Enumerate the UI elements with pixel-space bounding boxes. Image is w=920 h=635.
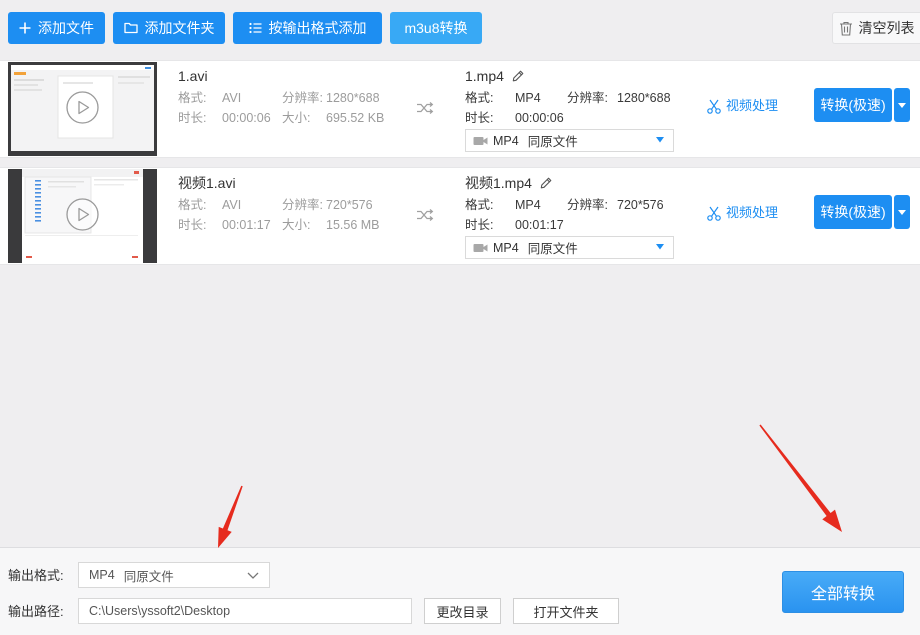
output-format-label: 格式: — [465, 91, 494, 105]
input-format-value: AVI — [222, 198, 242, 212]
video-thumbnail[interactable] — [8, 169, 157, 263]
output-duration-value: 00:00:06 — [515, 111, 564, 125]
toolbar: 添加文件 添加文件夹 按输出格式添加 m3u8转换 清空列表 — [0, 0, 920, 57]
input-size-value: 15.56 MB — [326, 218, 380, 232]
pencil-icon[interactable] — [512, 70, 524, 82]
output-duration-value: 00:01:17 — [515, 218, 564, 232]
input-size-label: 大小: — [282, 111, 311, 125]
dropdown-triangle-icon — [656, 137, 664, 143]
input-duration-value: 00:01:17 — [222, 218, 271, 232]
add-file-button[interactable]: 添加文件 — [8, 12, 105, 44]
output-format-value: MP4 — [515, 91, 541, 105]
m3u8-convert-label: m3u8转换 — [404, 20, 468, 36]
trash-icon — [839, 21, 852, 36]
input-format-label: 格式: — [178, 91, 207, 105]
preset-format: MP4 — [493, 133, 519, 148]
output-format-label: 输出格式: — [8, 568, 64, 583]
chevron-down-icon — [898, 102, 906, 108]
file-row: 视频1.avi 格式: AVI 分辨率: 720*576 时长: 00:01:1… — [0, 167, 920, 265]
list-icon — [248, 22, 261, 34]
add-by-format-label: 按输出格式添加 — [268, 20, 367, 36]
input-size-value: 695.52 KB — [326, 111, 385, 125]
convert-options-button[interactable] — [894, 88, 910, 122]
input-format-value: AVI — [222, 91, 242, 105]
output-preset-dropdown[interactable]: MP4 同原文件 — [465, 236, 674, 259]
output-format-label: 格式: — [465, 198, 494, 212]
video-process-link[interactable]: 视频处理 — [707, 205, 778, 221]
clear-list-label: 清空列表 — [858, 20, 915, 36]
open-folder-button[interactable]: 打开文件夹 — [513, 598, 619, 624]
input-resolution-value: 720*576 — [326, 198, 373, 212]
output-resolution-value: 1280*688 — [617, 91, 671, 105]
change-directory-button[interactable]: 更改目录 — [424, 598, 501, 624]
red-arrow-annotation — [759, 424, 842, 532]
add-folder-label: 添加文件夹 — [144, 20, 215, 36]
output-resolution-value: 720*576 — [617, 198, 664, 212]
add-file-label: 添加文件 — [38, 20, 94, 36]
shuffle-icon — [417, 209, 434, 221]
preset-quality: 同原文件 — [527, 242, 578, 256]
output-duration-label: 时长: — [465, 111, 494, 125]
output-format-select[interactable]: MP4 同原文件 — [78, 562, 270, 588]
scissors-icon — [707, 99, 721, 114]
dropdown-triangle-icon — [656, 244, 664, 250]
input-duration-value: 00:00:06 — [222, 111, 271, 125]
play-icon[interactable] — [66, 91, 99, 124]
output-resolution-label: 分辨率: — [567, 198, 608, 212]
video-process-link[interactable]: 视频处理 — [707, 98, 778, 114]
input-format-label: 格式: — [178, 198, 207, 212]
convert-button[interactable]: 转换(极速) — [814, 195, 892, 229]
plus-icon — [19, 22, 31, 34]
clear-list-button[interactable]: 清空列表 — [832, 12, 920, 44]
video-camera-icon — [473, 136, 488, 145]
input-resolution-label: 分辨率: — [282, 91, 323, 105]
chevron-down-icon — [898, 209, 906, 215]
video-process-label: 视频处理 — [726, 98, 779, 113]
shuffle-icon — [417, 102, 434, 114]
output-file-name-group: 1.mp4 — [465, 67, 524, 85]
input-resolution-label: 分辨率: — [282, 198, 323, 212]
scissors-icon — [707, 206, 721, 221]
preset-format: MP4 — [493, 240, 519, 255]
red-arrow-annotation — [218, 485, 243, 548]
preset-quality: 同原文件 — [527, 135, 578, 149]
input-resolution-value: 1280*688 — [326, 91, 380, 105]
output-settings-panel: 输出格式: MP4 同原文件 输出路径: 更改目录 打开文件夹 全部转换 — [0, 547, 920, 635]
video-thumbnail[interactable] — [8, 62, 157, 156]
chevron-down-icon — [247, 572, 259, 579]
convert-options-button[interactable] — [894, 195, 910, 229]
input-file-name: 视频1.avi — [178, 175, 236, 191]
output-file-name: 视频1.mp4 — [465, 175, 532, 191]
m3u8-convert-button[interactable]: m3u8转换 — [390, 12, 482, 44]
folder-icon — [123, 22, 138, 34]
output-preset-dropdown[interactable]: MP4 同原文件 — [465, 129, 674, 152]
file-row: 1.avi 格式: AVI 分辨率: 1280*688 时长: 00:00:06… — [0, 60, 920, 158]
video-process-label: 视频处理 — [726, 205, 779, 220]
convert-all-button[interactable]: 全部转换 — [782, 571, 904, 613]
add-folder-button[interactable]: 添加文件夹 — [113, 12, 225, 44]
convert-button[interactable]: 转换(极速) — [814, 88, 892, 122]
input-duration-label: 时长: — [178, 218, 207, 232]
output-path-field[interactable] — [78, 598, 412, 624]
input-file-name: 1.avi — [178, 68, 208, 84]
output-file-name: 1.mp4 — [465, 68, 504, 84]
video-camera-icon — [473, 243, 488, 252]
add-by-format-button[interactable]: 按输出格式添加 — [233, 12, 382, 44]
output-format-value: MP4 — [89, 568, 115, 582]
output-resolution-label: 分辨率: — [567, 91, 608, 105]
output-format-quality: 同原文件 — [123, 569, 174, 584]
pencil-icon[interactable] — [540, 177, 552, 189]
output-file-name-group: 视频1.mp4 — [465, 174, 552, 192]
input-size-label: 大小: — [282, 218, 311, 232]
output-format-value: MP4 — [515, 198, 541, 212]
output-path-label: 输出路径: — [8, 604, 64, 619]
input-duration-label: 时长: — [178, 111, 207, 125]
output-duration-label: 时长: — [465, 218, 494, 232]
play-icon[interactable] — [66, 198, 99, 231]
